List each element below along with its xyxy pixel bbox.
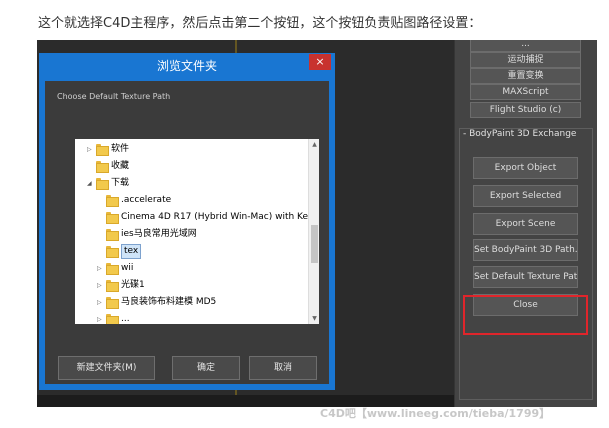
red-highlight-box (463, 295, 588, 335)
expand-arrow-icon[interactable]: ▷ (97, 294, 106, 311)
new-folder-button[interactable]: 新建文件夹(M) (58, 356, 155, 380)
dialog-close-button[interactable]: × (309, 54, 331, 70)
panel-top-button-motion-capture[interactable]: 运动捕捉 (470, 52, 581, 68)
dialog-body: Choose Default Texture Path ▷ 软件 收藏 ◢ 下载 .… (45, 81, 329, 384)
folder-icon (106, 246, 119, 258)
panel-top-button-reset-xform[interactable]: 重置变换 (470, 68, 581, 84)
caption-text: 这个就选择C4D主程序，然后点击第二个按钮，这个按钮负责贴图路径设置： (38, 16, 482, 31)
tree-item-ies[interactable]: ies马良常用光域网 (97, 226, 197, 243)
tree-item-disc1[interactable]: ▷ 光碟1 (97, 277, 145, 294)
export-selected-button[interactable]: Export Selected (473, 185, 578, 207)
tree-item-label: 下载 (111, 178, 130, 188)
watermark: C4D吧【www.lineeg.com/tieba/1799】 (320, 407, 551, 420)
tree-item-downloads[interactable]: ◢ 下载 (87, 175, 129, 192)
utilities-panel: ... 运动捕捉 重置变换 MAXScript Flight Studio (c… (454, 40, 597, 407)
tree-scrollbar[interactable]: ▲ ▼ (308, 139, 319, 324)
folder-icon (106, 195, 119, 207)
folder-icon (106, 297, 119, 309)
tree-item-label: ies马良常用光域网 (121, 229, 197, 239)
tree-item-label: Cinema 4D R17 (Hybrid Win-Mac) with Key (121, 212, 314, 222)
folder-tree[interactable]: ▷ 软件 收藏 ◢ 下载 .accelerate Cinema 4D R17 (Hy… (75, 139, 319, 324)
tree-item-label: ... (121, 314, 130, 324)
ok-button[interactable]: 确定 (172, 356, 240, 380)
tree-item-accelerate[interactable]: .accelerate (97, 192, 171, 209)
tree-item-label: 收藏 (111, 161, 130, 171)
expand-arrow-icon[interactable]: ▷ (87, 141, 96, 158)
folder-icon (106, 229, 119, 241)
cancel-button[interactable]: 取消 (249, 356, 317, 380)
folder-icon (96, 144, 109, 156)
expand-arrow-icon[interactable]: ▷ (97, 311, 106, 324)
scroll-down-icon[interactable]: ▼ (309, 313, 319, 324)
tree-item-md5[interactable]: ▷ 马良装饰布料建模 MD5 (97, 294, 216, 311)
panel-top-button-maxscript[interactable]: MAXScript (470, 84, 581, 100)
tree-item-label: tex (121, 244, 142, 259)
browse-folder-dialog: 浏览文件夹 × Choose Default Texture Path ▷ 软件 … (39, 53, 335, 390)
folder-icon (106, 280, 119, 292)
scrollbar-thumb[interactable] (311, 225, 318, 263)
tree-item-label: .accelerate (121, 195, 172, 205)
tree-item-cinema4d[interactable]: Cinema 4D R17 (Hybrid Win-Mac) with Key (97, 209, 313, 226)
tree-item-label: 马良装饰布料建模 MD5 (121, 297, 217, 307)
tree-item-wii[interactable]: ▷ wii (97, 260, 133, 277)
set-bodypaint-path-button[interactable]: Set BodyPaint 3D Path... (473, 239, 578, 261)
tree-item-tex[interactable]: tex (97, 243, 142, 260)
folder-icon (106, 212, 119, 224)
rollout-title[interactable]: - BodyPaint 3D Exchange (463, 129, 576, 139)
dialog-instruction: Choose Default Texture Path (57, 92, 171, 101)
folder-icon (96, 178, 109, 190)
folder-icon (106, 314, 119, 324)
tree-item-software[interactable]: ▷ 软件 (87, 141, 129, 158)
collapse-arrow-icon[interactable]: ◢ (87, 175, 96, 192)
set-default-texture-path-button[interactable]: Set Default Texture Path... (473, 266, 578, 288)
scroll-up-icon[interactable]: ▲ (309, 139, 319, 150)
expand-arrow-icon[interactable]: ▷ (97, 277, 106, 294)
tree-item-favorites[interactable]: 收藏 (87, 158, 129, 175)
panel-top-button-0[interactable]: ... (470, 40, 581, 52)
panel-top-button-flight-studio[interactable]: Flight Studio (c) (470, 102, 581, 118)
tree-item-label: wii (121, 263, 134, 273)
tree-item-label: 软件 (111, 144, 130, 154)
folder-icon (96, 161, 109, 173)
tree-item-more[interactable]: ▷... (97, 311, 130, 324)
export-object-button[interactable]: Export Object (473, 157, 578, 179)
export-scene-button[interactable]: Export Scene (473, 213, 578, 235)
dialog-title: 浏览文件夹 (156, 59, 217, 73)
folder-icon (106, 263, 119, 275)
tree-item-label: 光碟1 (121, 280, 145, 290)
expand-arrow-icon[interactable]: ▷ (97, 260, 106, 277)
